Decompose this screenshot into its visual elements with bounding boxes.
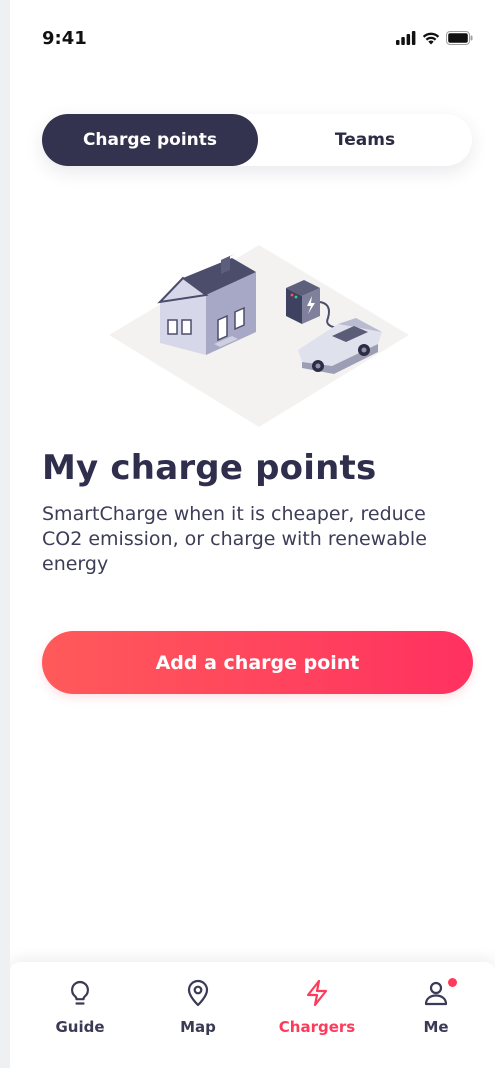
- tab-map-label: Map: [180, 1018, 216, 1036]
- person-icon: [419, 976, 457, 1010]
- tab-me-label: Me: [423, 1018, 449, 1036]
- tab-map[interactable]: Map: [148, 976, 248, 1046]
- page-description: SmartCharge when it is cheaper, reduce C…: [42, 503, 427, 575]
- tab-chargers[interactable]: Chargers: [267, 976, 367, 1046]
- map-pin-icon: [181, 976, 215, 1010]
- tab-chargers-label: Chargers: [278, 1018, 356, 1036]
- status-icons: [396, 30, 473, 49]
- tab-guide-label: Guide: [55, 1018, 105, 1036]
- tab-teams[interactable]: Teams: [258, 114, 472, 166]
- status-bar: 9:41: [10, 0, 495, 80]
- wifi-icon: [422, 30, 440, 49]
- tab-charge-points[interactable]: Charge points: [42, 114, 258, 166]
- notification-badge-dot: [448, 978, 457, 987]
- add-charge-point-label: Add a charge point: [155, 651, 360, 674]
- cellular-signal-icon: [396, 30, 416, 49]
- battery-icon: [446, 30, 473, 49]
- tab-teams-label: Teams: [334, 130, 396, 150]
- charge-points-screen: 9:41 Charge points Teams My charge point…: [10, 0, 495, 1068]
- lightbulb-icon: [63, 976, 97, 1010]
- tab-charge-points-label: Charge points: [82, 130, 218, 150]
- tab-guide[interactable]: Guide: [30, 976, 130, 1046]
- page-title: My charge points: [42, 448, 377, 488]
- tab-me[interactable]: Me: [386, 976, 486, 1046]
- add-charge-point-button[interactable]: Add a charge point: [42, 631, 473, 694]
- status-time: 9:41: [42, 28, 87, 49]
- bottom-tab-bar: Guide Map Chargers Me: [10, 962, 495, 1068]
- house-charger-car-illustration: [106, 240, 412, 430]
- lightning-bolt-icon: [300, 976, 334, 1010]
- segmented-control: Charge points Teams: [42, 114, 472, 166]
